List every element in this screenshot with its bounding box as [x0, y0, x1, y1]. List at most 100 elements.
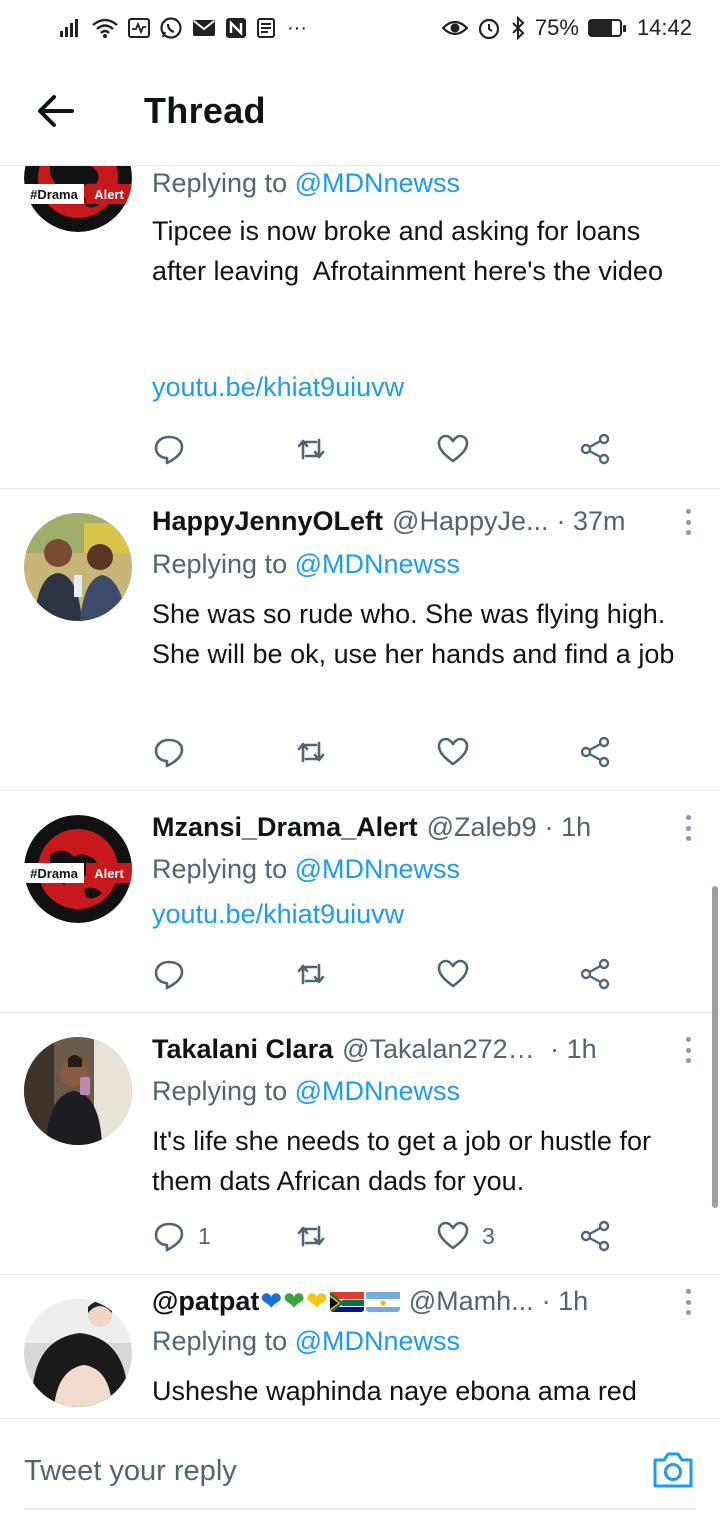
reply-button[interactable]	[152, 954, 186, 994]
mail-icon	[192, 15, 216, 41]
input-underline	[24, 1508, 696, 1510]
replying-to-handle[interactable]: @MDNnewss	[295, 1076, 460, 1106]
tweet-link[interactable]: youtu.be/khiat9uiuvw	[152, 372, 404, 403]
tweet-text: It's life she needs to get a job or hust…	[152, 1126, 659, 1196]
more-options-icon[interactable]	[684, 815, 692, 841]
avatar-photo[interactable]	[24, 1037, 132, 1145]
alarm-icon	[477, 15, 501, 41]
thread-feed[interactable]: #Drama Alert Replying to @MDNnewss Tipce…	[0, 166, 720, 1418]
reply-icon	[154, 1222, 184, 1252]
share-button[interactable]	[578, 732, 612, 772]
badge-text-left: #Drama	[30, 187, 78, 202]
blue-heart-emoji: ❤	[260, 1286, 283, 1316]
replying-to-handle[interactable]: @MDNnewss	[295, 854, 460, 884]
tweet-actions	[152, 732, 622, 772]
argentina-flag-icon	[365, 1290, 400, 1312]
replying-to-handle[interactable]: @MDNnewss	[295, 1326, 460, 1356]
tweet-item[interactable]: Takalani Clara @Takalan27279... · 1h Rep…	[0, 1013, 720, 1275]
retweet-button[interactable]	[294, 954, 328, 994]
more-options-icon[interactable]	[684, 1037, 692, 1063]
replying-to-line: Replying to @MDNnewss	[152, 854, 460, 885]
author-name[interactable]: @patpat	[152, 1286, 259, 1317]
tweet-item[interactable]: @patpat ❤ ❤ ❤ @Mamh... · 1h Replying to …	[0, 1275, 720, 1418]
replying-to-line: Replying to @MDNnewss	[152, 168, 460, 199]
share-button[interactable]	[578, 1216, 612, 1256]
badge-text-right: Alert	[94, 187, 124, 202]
status-icons-right: 75% 14:42	[441, 15, 692, 41]
replying-to-handle[interactable]: @MDNnewss	[295, 549, 460, 579]
retweet-button[interactable]	[294, 429, 328, 469]
replying-prefix: Replying to	[152, 549, 295, 579]
camera-button[interactable]	[650, 1447, 696, 1493]
tweet-link[interactable]: youtu.be/khiat9uiuvw	[152, 899, 404, 930]
avatar-drama-alert[interactable]: #Drama Alert	[24, 166, 132, 232]
retweet-button[interactable]	[294, 732, 328, 772]
author-handle[interactable]: @HappyJe...	[392, 506, 548, 537]
replying-to-handle[interactable]: @MDNnewss	[295, 168, 460, 198]
feed-scrollbar[interactable]	[712, 886, 718, 1208]
retweet-icon	[297, 741, 325, 763]
reply-composer	[0, 1418, 720, 1520]
bluetooth-icon	[510, 15, 526, 41]
yellow-heart-emoji: ❤	[305, 1286, 328, 1316]
avatar-drama-alert[interactable]: #Drama Alert	[24, 815, 132, 923]
tweet-text: She was so rude who. She was flying high…	[152, 599, 675, 669]
tweet-time: · 1h	[544, 811, 592, 842]
like-count: 3	[482, 1222, 495, 1249]
tweet-actions	[152, 429, 622, 469]
heart-icon	[437, 737, 469, 766]
battery-icon	[587, 19, 626, 37]
status-bar: ··· 75% 14:42	[0, 0, 720, 56]
activity-icon	[128, 18, 150, 38]
retweet-icon	[297, 963, 325, 985]
share-icon	[580, 433, 610, 465]
newspaper-icon	[256, 15, 278, 41]
tweet-text: Tipcee is now broke and asking for loans…	[152, 216, 663, 286]
replying-to-line: Replying to @MDNnewss	[152, 549, 460, 580]
tweet-header: Takalani Clara @Takalan27279... · 1h	[152, 1029, 692, 1069]
avatar-photo[interactable]	[24, 513, 132, 621]
reply-count: 1	[198, 1222, 211, 1249]
tweet-item[interactable]: #Drama Alert Mzansi_Drama_Alert @Zaleb9 …	[0, 791, 720, 1013]
author-name[interactable]: Takalani Clara	[152, 1034, 333, 1065]
tweet-item[interactable]: #Drama Alert Replying to @MDNnewss Tipce…	[0, 166, 720, 489]
author-handle[interactable]: @Zaleb9	[427, 812, 537, 843]
news-n-icon	[225, 15, 247, 41]
badge-text-left: #Drama	[30, 866, 78, 881]
avatar-photo[interactable]	[24, 1299, 132, 1407]
more-options-icon[interactable]	[684, 1289, 692, 1315]
arrow-left-icon	[38, 94, 74, 127]
share-icon	[580, 1220, 610, 1252]
author-handle[interactable]: @Mamh...	[409, 1286, 534, 1317]
more-options-icon[interactable]	[684, 509, 692, 535]
tweet-item[interactable]: HappyJennyOLeft @HappyJe... · 37m Replyi…	[0, 489, 720, 791]
share-button[interactable]	[578, 429, 612, 469]
like-button[interactable]	[436, 954, 470, 994]
reply-button[interactable]: 1	[152, 1216, 211, 1256]
reply-button[interactable]	[152, 429, 186, 469]
more-notifications-icon: ···	[287, 17, 307, 39]
tweet-reply-input[interactable]	[24, 1439, 584, 1503]
battery-percent: 75%	[534, 15, 579, 40]
tweet-text: Usheshe waphinda naye ebona ama red	[152, 1376, 637, 1406]
like-button[interactable]: 3	[436, 1216, 495, 1256]
author-name[interactable]: HappyJennyOLeft	[152, 506, 383, 537]
camera-icon	[653, 1452, 693, 1488]
share-icon	[580, 736, 610, 768]
reply-button[interactable]	[152, 732, 186, 772]
retweet-button[interactable]	[294, 1216, 328, 1256]
heart-icon	[437, 434, 469, 463]
retweet-icon	[297, 1225, 325, 1247]
back-button[interactable]	[28, 83, 84, 139]
replying-to-line: Replying to @MDNnewss	[152, 1326, 460, 1357]
share-button[interactable]	[578, 954, 612, 994]
like-button[interactable]	[436, 732, 470, 772]
author-handle[interactable]: @Takalan27279...	[342, 1034, 542, 1065]
like-button[interactable]	[436, 429, 470, 469]
author-name[interactable]: Mzansi_Drama_Alert	[152, 812, 418, 843]
whatsapp-icon	[159, 15, 183, 41]
tweet-actions: 1 3	[152, 1216, 622, 1256]
clock: 14:42	[636, 15, 692, 40]
replying-to-line: Replying to @MDNnewss	[152, 1076, 460, 1107]
tweet-header: @patpat ❤ ❤ ❤ @Mamh... · 1h	[152, 1281, 692, 1321]
